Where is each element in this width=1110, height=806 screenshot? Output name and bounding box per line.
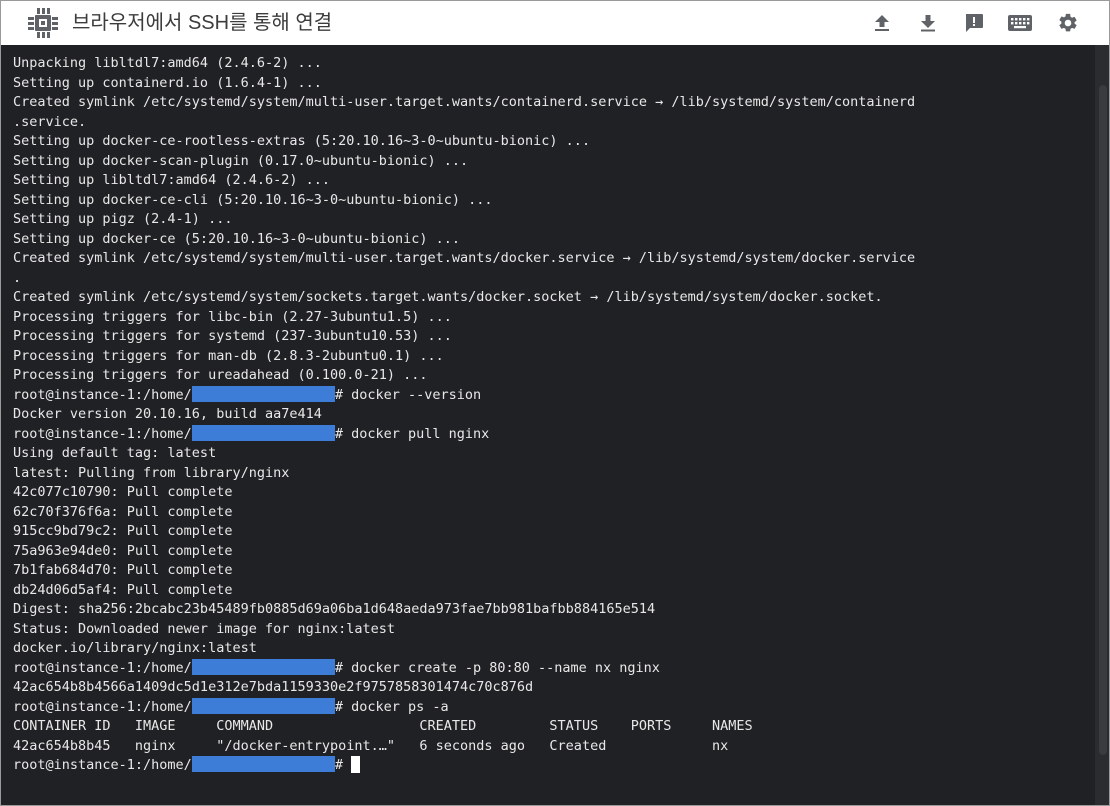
settings-button[interactable] <box>1055 10 1081 36</box>
terminal-line: 915cc9bd79c2: Pull complete <box>13 523 233 539</box>
terminal-line: 75a963e94de0: Pull complete <box>13 542 233 559</box>
terminal-line: Processing triggers for man-db (2.8.3-2u… <box>13 347 444 364</box>
terminal-line: 7b1fab684d70: Pull complete <box>13 562 233 578</box>
terminal-line: Setting up docker-scan-plugin (0.17.0~ub… <box>13 152 469 169</box>
prompt-line: root@instance-1:/home/ # docker pull ngin… <box>13 424 1095 445</box>
scrollbar-thumb[interactable] <box>1099 85 1107 755</box>
window-title: 브라우저에서 SSH를 통해 연결 <box>72 12 333 34</box>
gear-icon <box>1059 13 1077 32</box>
command-text: docker create -p 80:80 --name nx nginx <box>342 659 660 676</box>
command-text: docker pull nginx <box>342 425 490 442</box>
terminal-line: Using default tag: latest <box>13 445 217 461</box>
terminal-line: 42ac654b8b4566a1409dc5d1e312e7bda1159330… <box>13 679 534 695</box>
prompt-line: root@instance-1:/home/ # docker --version <box>13 385 1095 406</box>
text-cursor <box>351 756 361 773</box>
terminal-line: Setting up docker-ce (5:20.10.16~3-0~ubu… <box>13 230 461 247</box>
prompt-line: root@instance-1:/home/ # docker ps -a <box>13 697 1095 718</box>
active-prompt-line[interactable]: root@instance-1:/home/ # <box>13 756 1095 776</box>
terminal-line: Processing triggers for systemd (237-3ub… <box>13 328 452 344</box>
command-text: docker --version <box>342 386 482 403</box>
terminal-line: Setting up libltdl7:amd64 (2.4.6-2) ... <box>13 172 330 188</box>
prompt-prefix: root@instance-1:/home/ <box>13 698 192 715</box>
terminal-line: Processing triggers for libc-bin (2.27-3… <box>13 308 452 325</box>
ps-header: CONTAINER ID IMAGE COMMAND CREATED STATU… <box>13 718 753 734</box>
terminal-output: Unpacking libltdl7:amd64 (2.4.6-2) ... S… <box>13 54 1095 776</box>
redacted-username <box>191 756 335 772</box>
terminal-line: Setting up docker-ce-rootless-extras (5:… <box>13 133 591 149</box>
chip-icon <box>26 6 60 40</box>
terminal-line: Created symlink /etc/systemd/system/mult… <box>13 94 916 110</box>
prompt-line: root@instance-1:/home/ # docker create -p… <box>13 658 1095 679</box>
feedback-icon <box>966 14 983 32</box>
terminal-line: docker.io/library/nginx:latest <box>13 640 257 656</box>
command-text: docker ps -a <box>342 698 449 715</box>
terminal-line: Setting up containerd.io (1.6.4-1) ... <box>13 74 322 91</box>
terminal-line: latest: Pulling from library/nginx <box>13 464 290 481</box>
upload-icon <box>875 15 889 31</box>
keyboard-button[interactable] <box>1007 10 1033 36</box>
prompt-suffix: # <box>334 386 343 403</box>
terminal-line: Status: Downloaded newer image for nginx… <box>13 620 396 637</box>
prompt-suffix: # <box>334 757 343 773</box>
terminal-line: Processing triggers for ureadahead (0.10… <box>13 367 428 383</box>
prompt-prefix: root@instance-1:/home/ <box>13 659 192 676</box>
prompt-prefix: root@instance-1:/home/ <box>13 386 192 403</box>
terminal-line: Unpacking libltdl7:amd64 (2.4.6-2) ... <box>13 55 322 71</box>
terminal-line: .service. <box>13 113 87 130</box>
terminal-line: Docker version 20.10.16, build aa7e414 <box>13 406 322 422</box>
ssh-window: 브라우저에서 SSH를 통해 연결 Unpacking libltdl7:amd… <box>0 0 1110 806</box>
prompt-suffix: # <box>334 698 343 715</box>
terminal-line: 62c70f376f6a: Pull complete <box>13 503 233 520</box>
prompt-prefix: root@instance-1:/home/ <box>13 425 192 442</box>
terminal-line: db24d06d5af4: Pull complete <box>13 581 233 598</box>
prompt-suffix: # <box>334 659 343 676</box>
keyboard-icon <box>1008 15 1032 31</box>
redacted-username <box>191 658 335 675</box>
redacted-username <box>191 385 335 402</box>
redacted-username <box>191 424 335 441</box>
terminal-scrollbar[interactable] <box>1095 45 1109 805</box>
prompt-suffix: # <box>334 425 343 442</box>
download-button[interactable] <box>915 10 941 36</box>
download-icon <box>921 15 935 32</box>
terminal-line: 42c077c10790: Pull complete <box>13 484 233 500</box>
terminal-line: Setting up docker-ce-cli (5:20.10.16~3-0… <box>13 191 493 208</box>
title-bar: 브라우저에서 SSH를 통해 연결 <box>1 1 1109 45</box>
ps-row: 42ac654b8b45 nginx "/docker-entrypoint.…… <box>13 737 729 754</box>
redacted-username <box>191 697 335 714</box>
terminal-line: Created symlink /etc/systemd/system/sock… <box>13 289 883 305</box>
terminal-line: . <box>13 269 22 286</box>
terminal-line: Created symlink /etc/systemd/system/mult… <box>13 250 916 266</box>
prompt-prefix: root@instance-1:/home/ <box>13 757 192 773</box>
feedback-button[interactable] <box>961 10 987 36</box>
upload-button[interactable] <box>869 10 895 36</box>
terminal[interactable]: Unpacking libltdl7:amd64 (2.4.6-2) ... S… <box>1 45 1109 805</box>
terminal-line: Digest: sha256:2bcabc23b45489fb0885d69a0… <box>13 601 656 617</box>
terminal-line: Setting up pigz (2.4-1) ... <box>13 211 233 227</box>
